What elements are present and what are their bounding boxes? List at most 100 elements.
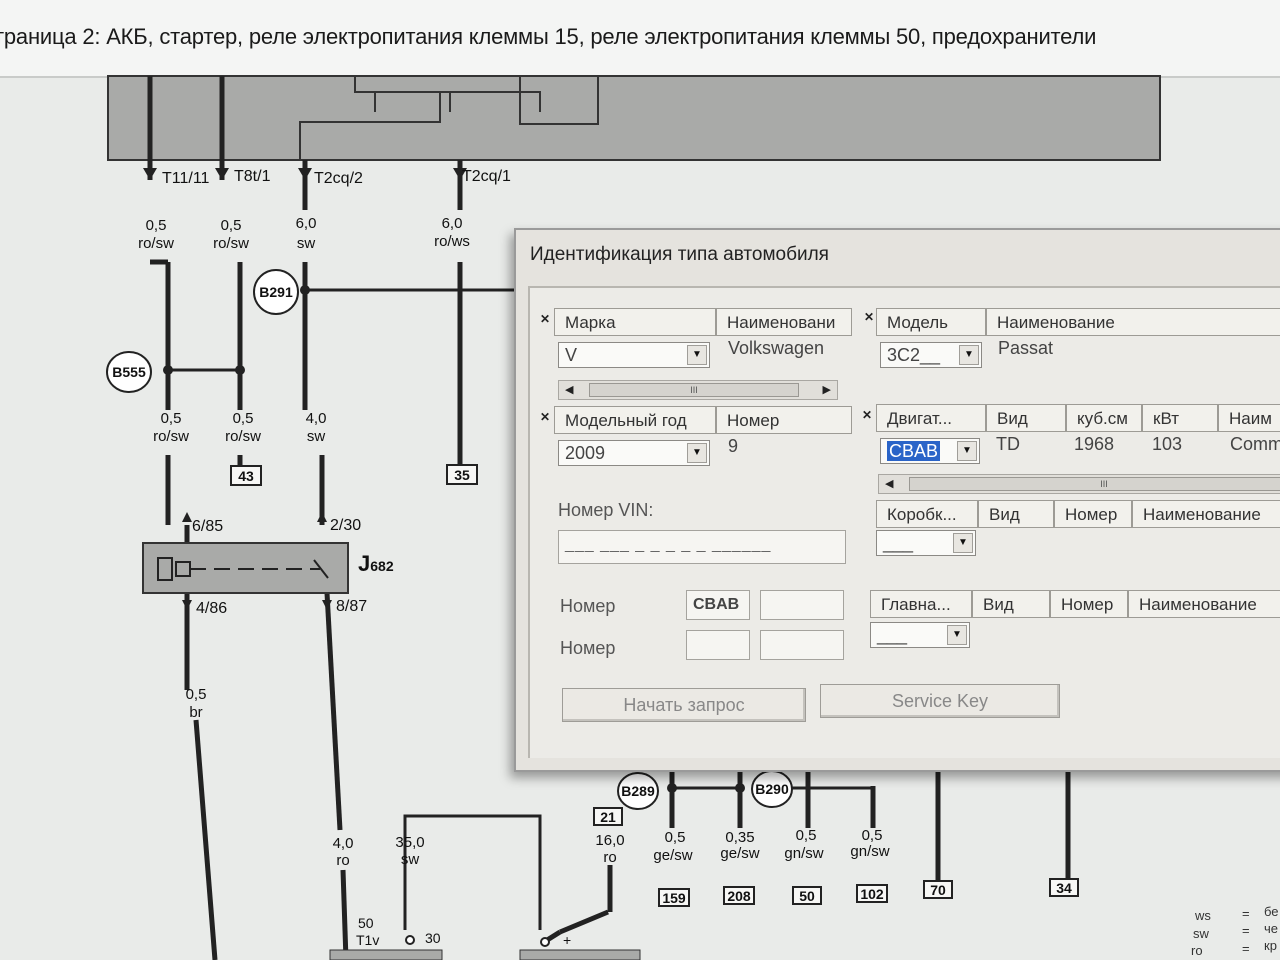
- model-value: 3C2__: [887, 345, 941, 365]
- maingear-name-column-header[interactable]: Наименование: [1128, 590, 1280, 618]
- gearbox-column-header[interactable]: Коробк...: [876, 500, 978, 528]
- gearbox-grid-header: Коробк... Вид Номер Наименование: [876, 500, 1280, 528]
- model-year-column-header[interactable]: Модельный год: [554, 406, 716, 434]
- brand-column-header[interactable]: Марка: [554, 308, 716, 336]
- wire-size-7: 4,0: [306, 410, 327, 427]
- wire-color-b5: ge/sw: [720, 845, 759, 862]
- ref-102: 102: [860, 886, 884, 902]
- chevron-down-icon[interactable]: ▼: [947, 625, 967, 645]
- maingear-column-header[interactable]: Главна...: [870, 590, 972, 618]
- model-year-select[interactable]: 2009 ▼: [558, 440, 710, 466]
- wire-color-1: ro/sw: [138, 235, 174, 252]
- relay-pin-4-86: 4/86: [196, 600, 227, 617]
- wire-size-b6: 0,5: [796, 827, 817, 844]
- wire-color-b3: ro: [603, 849, 616, 866]
- engine-select[interactable]: CBAB ▼: [880, 438, 980, 464]
- node-b289: B289: [621, 783, 655, 799]
- wire-size-6: 0,5: [233, 410, 254, 427]
- engine-name-column-header[interactable]: Наим: [1218, 404, 1280, 432]
- wire-color-br: br: [189, 704, 202, 721]
- relay-pin-2-30: 2/30: [330, 517, 361, 534]
- model-column-header[interactable]: Модель: [876, 308, 986, 336]
- engine-ccm-column-header[interactable]: куб.см: [1066, 404, 1142, 432]
- engine-code-field[interactable]: CBAB: [686, 590, 750, 620]
- gearbox-type-column-header[interactable]: Вид: [978, 500, 1054, 528]
- chevron-down-icon[interactable]: ▼: [953, 533, 973, 553]
- chevron-down-icon[interactable]: ▼: [687, 443, 707, 463]
- engine-grid-header: Двигат... Вид куб.см кВт Наим: [876, 404, 1280, 432]
- maingear-select[interactable]: ___ ▼: [870, 622, 970, 648]
- maingear-grid-header: Главна... Вид Номер Наименование: [870, 590, 1280, 618]
- wire-color-b2: sw: [401, 851, 420, 868]
- wire-size-b4: 0,5: [665, 829, 686, 846]
- engine-scrollbar[interactable]: ◀ III: [878, 474, 1280, 494]
- model-select[interactable]: 3C2__ ▼: [880, 342, 982, 368]
- maingear-type-column-header[interactable]: Вид: [972, 590, 1050, 618]
- start-query-button[interactable]: Начать запрос: [562, 688, 806, 722]
- required-mark-icon: ✕: [862, 408, 873, 422]
- engine-name-value: Comm: [1230, 434, 1280, 454]
- chevron-down-icon[interactable]: ▼: [687, 345, 707, 365]
- scroll-right-icon[interactable]: ▶: [823, 383, 831, 396]
- model-name-column-header[interactable]: Наименование: [986, 308, 1280, 336]
- engine-ccm-value: 1968: [1074, 434, 1115, 454]
- wire-size-b1: 4,0: [333, 835, 354, 852]
- legend-text-ws: бе: [1264, 904, 1279, 919]
- number-field-3[interactable]: [686, 630, 750, 660]
- wire-size-5: 0,5: [161, 410, 182, 427]
- ref-43: 43: [238, 468, 254, 484]
- scroll-left-icon[interactable]: ◀: [885, 477, 893, 490]
- scroll-left-icon[interactable]: ◀: [565, 383, 573, 396]
- ref-34: 34: [1056, 880, 1072, 896]
- chevron-down-icon[interactable]: ▼: [959, 345, 979, 365]
- model-name-value: Passat: [998, 338, 1054, 358]
- node-b555: B555: [112, 364, 146, 380]
- gearbox-number-column-header[interactable]: Номер: [1054, 500, 1132, 528]
- wire-size-br: 0,5: [186, 686, 207, 703]
- engine-type-column-header[interactable]: Вид: [986, 404, 1066, 432]
- legend-text-sw: че: [1264, 921, 1278, 936]
- terminal-plus: +: [563, 932, 571, 948]
- wire-color-b4: ge/sw: [653, 847, 692, 864]
- wire-size-4: 6,0: [442, 215, 463, 232]
- required-mark-icon: ✕: [540, 312, 551, 326]
- service-key-button[interactable]: Service Key: [820, 684, 1060, 718]
- ref-70: 70: [930, 882, 946, 898]
- engine-column-header[interactable]: Двигат...: [876, 404, 986, 432]
- relay-pin-6-85: 6/85: [192, 518, 223, 535]
- year-number-column-header[interactable]: Номер: [716, 406, 852, 434]
- gearbox-name-column-header[interactable]: Наименование: [1132, 500, 1280, 528]
- gearbox-select[interactable]: ___ ▼: [876, 530, 976, 556]
- terminal-50: 50: [358, 915, 374, 931]
- scroll-thumb[interactable]: III: [909, 477, 1280, 491]
- wire-size-3: 6,0: [296, 215, 317, 232]
- ref-159: 159: [662, 890, 686, 906]
- maingear-number-column-header[interactable]: Номер: [1050, 590, 1128, 618]
- connector-t11-11: T11/11: [162, 170, 210, 187]
- year-grid-header: Модельный год Номер: [554, 406, 852, 434]
- vin-input[interactable]: ___ ___ _ _ _ _ _ ______: [558, 530, 846, 564]
- engine-kw-column-header[interactable]: кВт: [1142, 404, 1218, 432]
- wire-color-5: ro/sw: [153, 428, 189, 445]
- brand-value: V: [565, 345, 578, 365]
- legend-eq-ws: =: [1242, 906, 1250, 921]
- wire-color-4: ro/ws: [434, 233, 470, 250]
- relay-name: J682: [358, 551, 394, 576]
- maingear-value: ___: [877, 625, 908, 645]
- brand-name-column-header[interactable]: Наименовани: [716, 308, 852, 336]
- node-b291: B291: [259, 284, 293, 300]
- wire-color-3: sw: [297, 235, 316, 252]
- legend-code-ro: ro: [1191, 943, 1203, 958]
- scroll-thumb[interactable]: III: [589, 383, 799, 397]
- chevron-down-icon[interactable]: ▼: [957, 441, 977, 461]
- wire-size-2: 0,5: [221, 217, 242, 234]
- number-field-2[interactable]: [760, 590, 844, 620]
- connector-t8t-1: T8t/1: [234, 168, 271, 185]
- legend-code-ws: ws: [1194, 908, 1211, 923]
- brand-select[interactable]: V ▼: [558, 342, 710, 368]
- wire-color-7: sw: [307, 428, 326, 445]
- brand-scrollbar[interactable]: ◀ III ▶: [558, 380, 838, 400]
- brand-grid-header: Марка Наименовани: [554, 308, 852, 336]
- wire-size-b2: 35,0: [395, 834, 424, 851]
- number-field-4[interactable]: [760, 630, 844, 660]
